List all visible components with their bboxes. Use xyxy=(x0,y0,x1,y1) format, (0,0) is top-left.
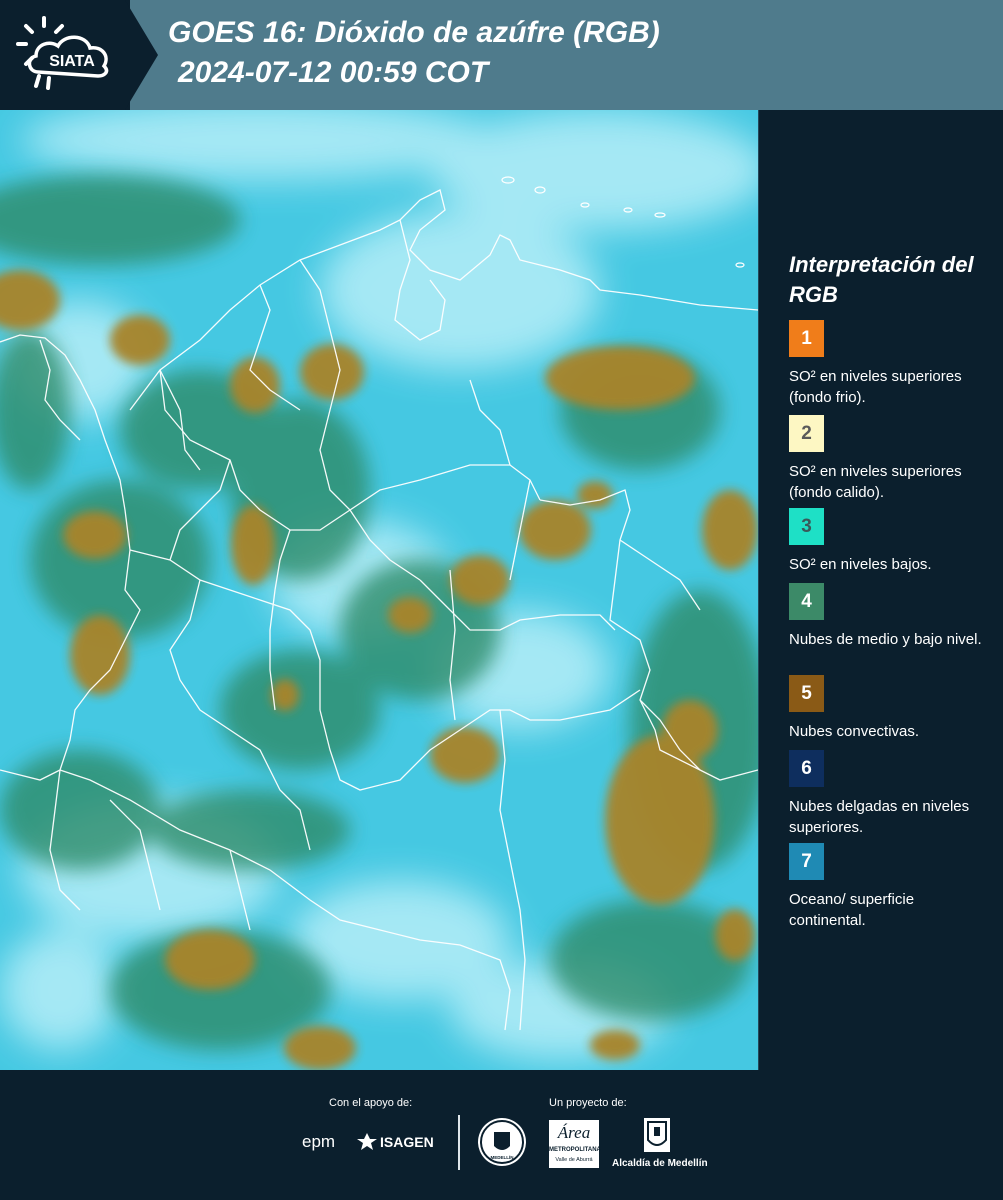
legend-swatch: 6 xyxy=(789,750,824,787)
svg-text:MEDELLÍN: MEDELLÍN xyxy=(491,1153,514,1160)
alcaldia-shield-icon xyxy=(647,1121,667,1146)
legend-swatch: 5 xyxy=(789,675,824,712)
legend-item-7: 7 Oceano/ superficie continental. xyxy=(789,843,989,931)
header: SIATA GOES 16: Dióxido de azúfre (RGB) 2… xyxy=(0,0,1003,110)
legend-item-5: 5 Nubes convectivas. xyxy=(789,675,989,742)
area-sub2: Valle de Aburrá xyxy=(555,1157,593,1163)
isagen-mark-icon xyxy=(357,1133,377,1150)
legend-item-6: 6 Nubes delgadas en niveles superiores. xyxy=(789,750,989,838)
legend-swatch: 2 xyxy=(789,415,824,452)
epm-logo: epm xyxy=(302,1132,336,1151)
siata-logo: SIATA xyxy=(16,16,109,90)
legend-swatch: 3 xyxy=(789,508,824,545)
legend-item-2: 2 SO² en niveles superiores (fondo calid… xyxy=(789,415,989,503)
area-sub1: METROPOLITANA xyxy=(549,1147,601,1153)
legend-item-1: 1 SO² en niveles superiores (fondo frio)… xyxy=(789,320,989,408)
support-label: Con el apoyo de: xyxy=(329,1097,413,1109)
medellin-seal: MEDELLÍN xyxy=(478,1118,526,1166)
legend-item-label: Nubes convectivas. xyxy=(789,723,920,740)
area-name: Área xyxy=(557,1123,591,1142)
legend-title: Interpretación del RGB xyxy=(789,252,974,307)
page-timestamp: 2024-07-12 00:59 COT xyxy=(178,56,489,89)
alcaldia-label: Alcaldía de Medellín xyxy=(612,1158,708,1169)
page-title: GOES 16: Dióxido de azúfre (RGB) xyxy=(168,16,660,49)
footer-divider xyxy=(458,1115,460,1170)
legend-panel: Interpretación del RGB 1 SO² en niveles … xyxy=(758,110,1003,1070)
legend-item-label: SO² en niveles superiores (fondo calido)… xyxy=(789,463,962,501)
legend-item-label: SO² en niveles superiores (fondo frio). xyxy=(789,368,962,406)
legend-item-4: 4 Nubes de medio y bajo nivel. xyxy=(789,583,989,650)
footer: Con el apoyo de: Un proyecto de: epm ISA… xyxy=(0,1070,1003,1200)
satellite-map xyxy=(0,110,758,1070)
seal-emblem-icon: MEDELLÍN xyxy=(480,1120,524,1164)
legend-item-label: Oceano/ superficie continental. xyxy=(789,891,915,929)
legend-item-label: SO² en niveles bajos. xyxy=(789,556,932,573)
alcaldia-emblem xyxy=(644,1118,670,1152)
area-metropolitana-logo: Área METROPOLITANA Valle de Aburrá xyxy=(549,1120,601,1168)
siata-logo-text: SIATA xyxy=(49,53,95,70)
legend-item-label: Nubes de medio y bajo nivel. xyxy=(789,631,982,648)
project-label: Un proyecto de: xyxy=(549,1097,627,1109)
legend-item-label: Nubes delgadas en niveles superiores. xyxy=(789,798,970,836)
legend-swatch: 7 xyxy=(789,843,824,880)
satellite-imagery xyxy=(0,110,758,1070)
legend-swatch: 1 xyxy=(789,320,824,357)
legend-swatch: 4 xyxy=(789,583,824,620)
legend-item-3: 3 SO² en niveles bajos. xyxy=(789,508,989,575)
isagen-logo: ISAGEN xyxy=(380,1134,434,1150)
